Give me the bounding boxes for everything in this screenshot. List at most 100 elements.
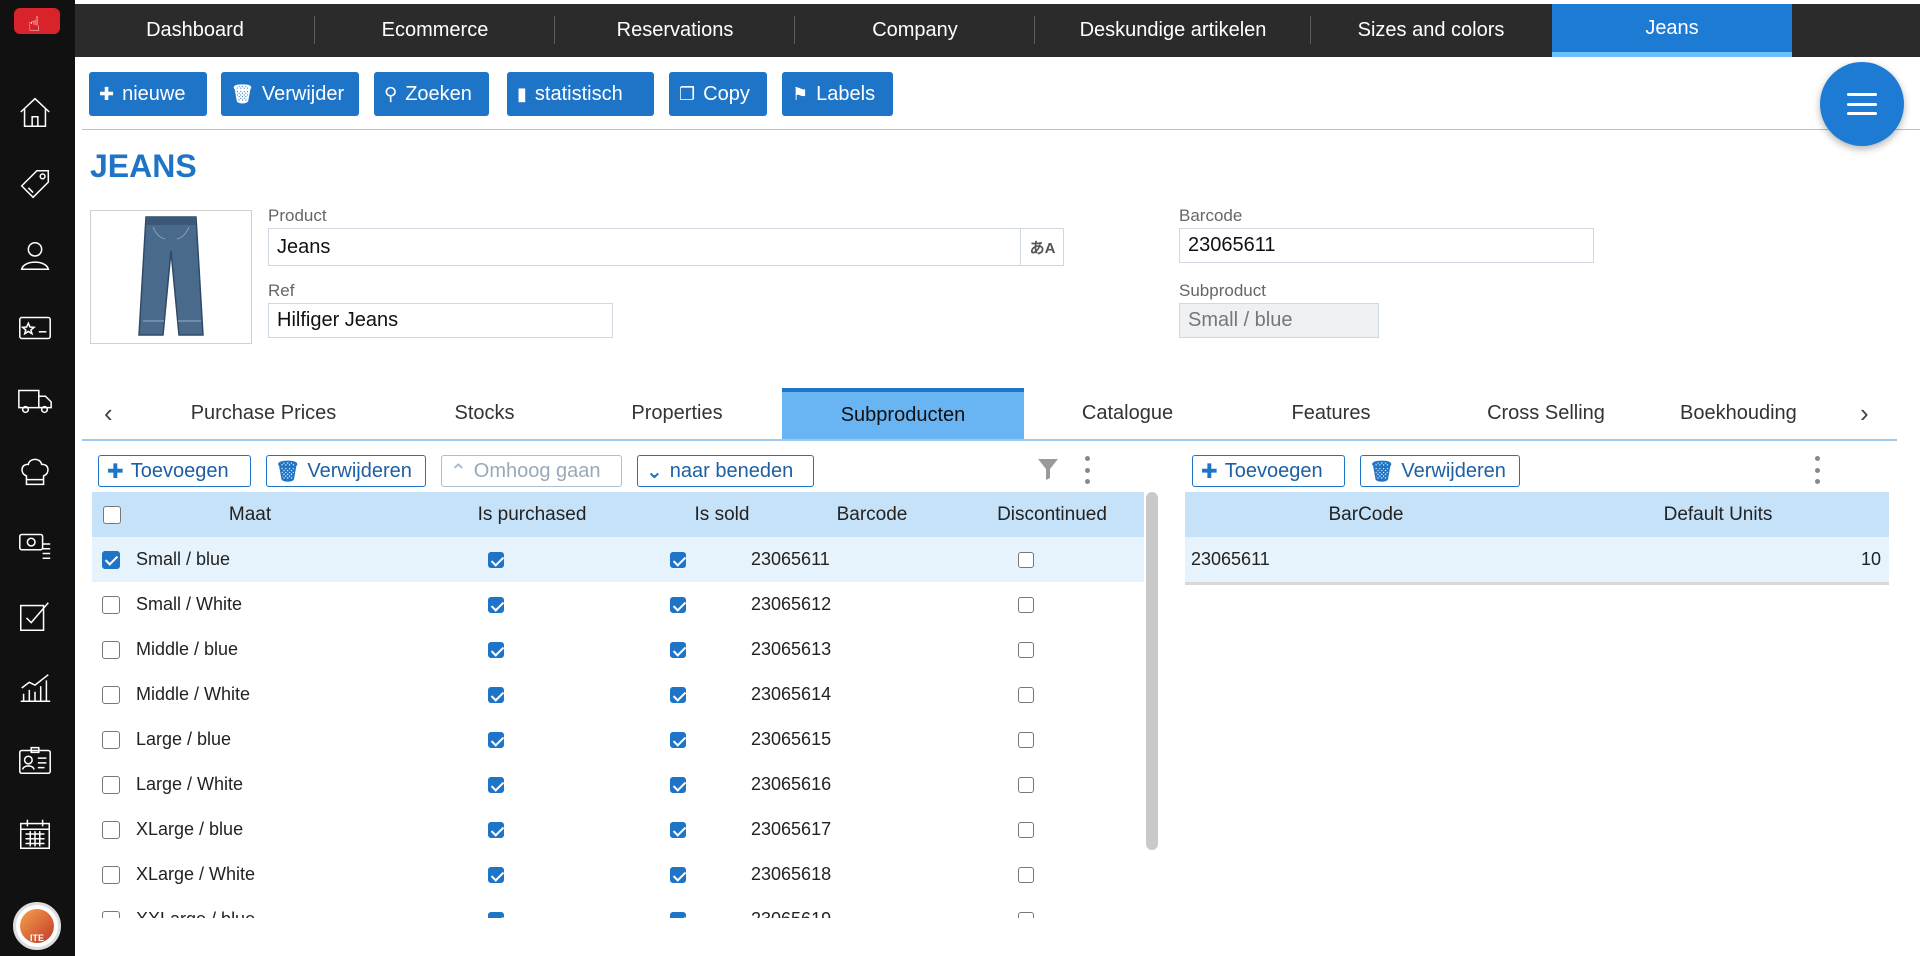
is-sold-checkbox[interactable] — [670, 596, 686, 613]
is-sold-checkbox[interactable] — [670, 731, 686, 748]
move-up-button[interactable]: ⌃ Omhoog gaan — [441, 455, 622, 487]
id-card-icon[interactable] — [15, 740, 55, 780]
is-purchased-checkbox[interactable] — [488, 776, 504, 793]
table-row[interactable]: Small / White 23065612 — [92, 582, 1144, 627]
tab-dashboard[interactable]: Dashboard — [75, 4, 315, 57]
tab-stocks[interactable]: Stocks — [402, 388, 567, 439]
discontinued-checkbox[interactable] — [1018, 551, 1034, 568]
column-header-barcode[interactable]: Barcode — [782, 492, 962, 537]
discontinued-checkbox[interactable] — [1018, 641, 1034, 658]
is-sold-checkbox[interactable] — [670, 776, 686, 793]
table-row[interactable]: XLarge / White 23065618 — [92, 852, 1144, 897]
table-row[interactable]: Small / blue 23065611 — [92, 537, 1144, 582]
is-sold-checkbox[interactable] — [670, 911, 686, 918]
discontinued-checkbox[interactable] — [1018, 731, 1034, 748]
row-select-checkbox[interactable] — [102, 550, 120, 569]
calendar-icon[interactable] — [15, 814, 55, 854]
chef-hat-icon[interactable] — [15, 452, 55, 492]
column-header-barcode-2[interactable]: BarCode — [1185, 492, 1547, 537]
is-purchased-checkbox[interactable] — [488, 731, 504, 748]
home-icon[interactable] — [15, 92, 55, 132]
add-barcode-button[interactable]: ✚ Toevoegen — [1192, 455, 1345, 487]
row-select-checkbox[interactable] — [102, 910, 120, 918]
is-purchased-checkbox[interactable] — [488, 911, 504, 918]
discontinued-checkbox[interactable] — [1018, 821, 1034, 838]
left-grid-more-icon[interactable] — [1082, 456, 1092, 484]
discontinued-checkbox[interactable] — [1018, 686, 1034, 703]
discontinued-checkbox[interactable] — [1018, 776, 1034, 793]
price-tag-icon[interactable] — [15, 164, 55, 204]
translate-button[interactable]: あA — [1020, 229, 1064, 265]
is-sold-checkbox[interactable] — [670, 866, 686, 883]
add-subproduct-button[interactable]: ✚ Toevoegen — [98, 455, 251, 487]
product-input[interactable]: Jeans — [268, 228, 1064, 266]
subproducts-scrollbar[interactable] — [1146, 492, 1158, 850]
discontinued-checkbox[interactable] — [1018, 911, 1034, 918]
column-header-maat[interactable]: Maat — [132, 492, 368, 537]
tab-cross-selling[interactable]: Cross Selling — [1450, 388, 1642, 439]
loyalty-card-icon[interactable] — [15, 308, 55, 348]
statistics-button[interactable]: ▮ statistisch — [507, 72, 654, 116]
table-row[interactable]: Large / White 23065616 — [92, 762, 1144, 807]
discontinued-checkbox[interactable] — [1018, 866, 1034, 883]
tasks-icon[interactable] — [15, 596, 55, 636]
column-header-discontinued[interactable]: Discontinued — [962, 492, 1142, 537]
row-select-checkbox[interactable] — [102, 595, 120, 614]
column-header-default-units[interactable]: Default Units — [1547, 492, 1889, 537]
table-row[interactable]: Middle / blue 23065613 — [92, 627, 1144, 672]
tab-properties[interactable]: Properties — [592, 388, 762, 439]
barcode-input[interactable]: 23065611 — [1179, 228, 1594, 263]
is-sold-checkbox[interactable] — [670, 551, 686, 568]
select-all-checkbox[interactable] — [103, 505, 121, 524]
tabs-scroll-left-icon[interactable]: ‹ — [104, 398, 113, 429]
row-select-checkbox[interactable] — [102, 685, 120, 704]
tab-features[interactable]: Features — [1247, 388, 1415, 439]
filter-icon[interactable] — [1036, 456, 1060, 482]
tab-company[interactable]: Company — [795, 4, 1035, 57]
tab-catalogue[interactable]: Catalogue — [1044, 388, 1211, 439]
ref-input[interactable]: Hilfiger Jeans — [268, 303, 613, 338]
table-row[interactable]: Middle / White 23065614 — [92, 672, 1144, 717]
tab-boekhouding[interactable]: Boekhouding — [1680, 388, 1880, 439]
tab-jeans[interactable]: Jeans — [1552, 4, 1792, 57]
is-purchased-checkbox[interactable] — [488, 551, 504, 568]
row-select-checkbox[interactable] — [102, 640, 120, 659]
delivery-truck-icon[interactable] — [15, 380, 55, 420]
tab-sizes-and-colors[interactable]: Sizes and colors — [1311, 4, 1551, 57]
is-purchased-checkbox[interactable] — [488, 596, 504, 613]
remove-barcode-button[interactable]: 🗑 Verwijderen — [1360, 455, 1520, 487]
delete-button[interactable]: 🗑 Verwijder — [221, 72, 359, 116]
is-purchased-checkbox[interactable] — [488, 866, 504, 883]
table-row[interactable]: Large / blue 23065615 — [92, 717, 1144, 762]
table-row[interactable]: 23065611 10 — [1185, 537, 1889, 582]
table-row[interactable]: XLarge / blue 23065617 — [92, 807, 1144, 852]
is-sold-checkbox[interactable] — [670, 821, 686, 838]
copy-button[interactable]: ❐ Copy — [669, 72, 767, 116]
move-down-button[interactable]: ⌄ naar beneden — [637, 455, 814, 487]
is-sold-checkbox[interactable] — [670, 641, 686, 658]
new-button[interactable]: ✚ nieuwe — [89, 72, 207, 116]
users-icon[interactable] — [15, 236, 55, 276]
tabs-scroll-right-icon[interactable]: › — [1860, 398, 1869, 429]
app-logo-button[interactable]: ☝ — [14, 8, 60, 36]
product-image[interactable] — [90, 210, 252, 344]
search-button[interactable]: ⚲ Zoeken — [374, 72, 489, 116]
is-purchased-checkbox[interactable] — [488, 686, 504, 703]
money-icon[interactable] — [15, 524, 55, 564]
right-grid-more-icon[interactable] — [1812, 456, 1822, 484]
row-select-checkbox[interactable] — [102, 730, 120, 749]
column-header-is-purchased[interactable]: Is purchased — [432, 492, 632, 537]
labels-button[interactable]: ⚑ Labels — [782, 72, 893, 116]
column-header-is-sold[interactable]: Is sold — [672, 492, 772, 537]
menu-button[interactable] — [1820, 62, 1904, 146]
remove-subproduct-button[interactable]: 🗑 Verwijderen — [266, 455, 426, 487]
is-purchased-checkbox[interactable] — [488, 641, 504, 658]
row-select-checkbox[interactable] — [102, 775, 120, 794]
is-sold-checkbox[interactable] — [670, 686, 686, 703]
is-purchased-checkbox[interactable] — [488, 821, 504, 838]
tab-subproducten[interactable]: Subproducten — [782, 388, 1024, 439]
company-logo[interactable]: ITE — [13, 902, 61, 950]
row-select-checkbox[interactable] — [102, 865, 120, 884]
statistics-icon[interactable] — [15, 668, 55, 708]
row-select-checkbox[interactable] — [102, 820, 120, 839]
